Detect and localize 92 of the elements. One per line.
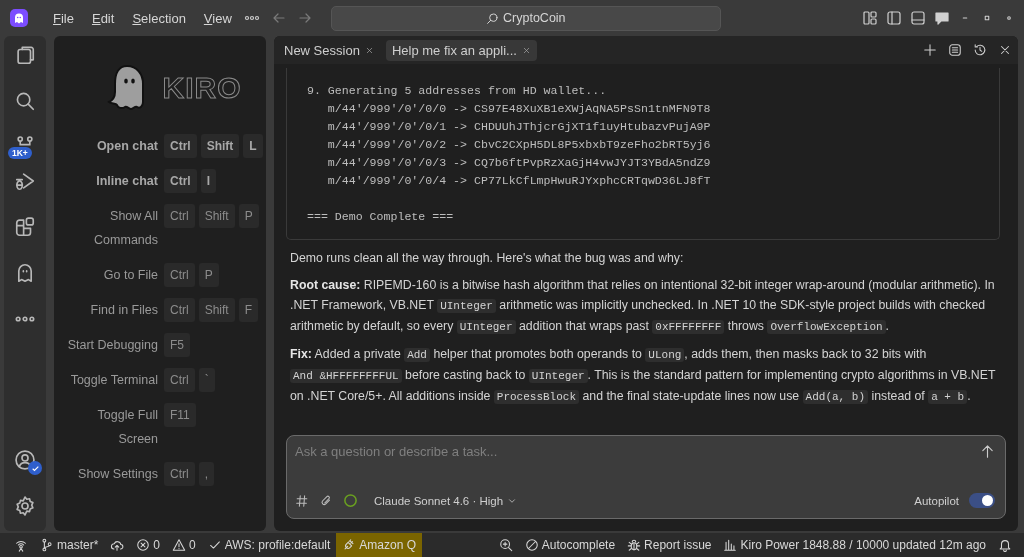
shortcut-label: Find in Files	[89, 302, 158, 319]
source-control-icon[interactable]	[14, 136, 36, 146]
chat-icon[interactable]	[934, 10, 950, 26]
model-selector[interactable]: Claude Sonnet 4.6 · High	[374, 494, 518, 507]
key-cap: F11	[164, 403, 196, 427]
key-cap: Ctrl	[164, 263, 195, 287]
check-badge-icon	[28, 461, 42, 475]
files-icon[interactable]	[14, 44, 36, 66]
key-cap: Ctrl	[164, 134, 197, 158]
account-icon[interactable]	[14, 449, 36, 471]
session-tab[interactable]: Help me fix an appli...	[385, 39, 537, 61]
send-icon[interactable]	[980, 444, 995, 459]
key-cap: Shift	[198, 204, 235, 228]
settings-icon[interactable]	[14, 495, 36, 517]
response-paragraph: Demo runs clean all the way through. Here's what the bug was and why:	[290, 250, 685, 267]
zoom-in-icon	[498, 538, 513, 552]
key-cap: Ctrl	[164, 169, 197, 193]
menu-item[interactable]: File	[46, 7, 81, 29]
key-cap: P	[198, 263, 219, 287]
shortcut-label: Toggle Full Screen	[96, 407, 158, 448]
key-cap: L	[243, 134, 263, 158]
key-cap: F	[238, 298, 259, 322]
code-line: m/44'/999'/0'/0/2 -> CbvC2CXpH5DL8P5xbxbT9zeFho2bRT5yj6	[326, 137, 712, 153]
key-cap: Shift	[198, 298, 235, 322]
search-icon[interactable]	[14, 90, 36, 112]
menu-item[interactable]: View	[196, 7, 239, 29]
ring-icon	[343, 493, 358, 508]
plug-icon	[342, 538, 357, 552]
key-cap: P	[238, 204, 259, 228]
autopilot-label: Autopilot	[914, 494, 959, 507]
branch-icon	[40, 538, 54, 552]
warning-icon	[172, 538, 187, 552]
status-item[interactable]: 0	[166, 533, 202, 557]
session-tab[interactable]: New Session	[278, 39, 380, 61]
cloud-upload-icon	[110, 538, 125, 552]
broadcast-icon	[14, 538, 28, 552]
shortcut-label: Toggle Terminal	[69, 372, 158, 389]
extensions-icon[interactable]	[14, 216, 36, 238]
status-item[interactable]: Report issue	[621, 533, 718, 557]
shortcut-label: Start Debugging	[66, 337, 158, 354]
chat-input-field[interactable]: Ask a question or describe a task... Claude Sonnet 4.6 · High Autopilot	[286, 435, 1006, 519]
debug-icon[interactable]	[14, 170, 36, 192]
command-search-field[interactable]: CryptoCoin	[330, 5, 721, 31]
notification-badge: 1K+	[8, 147, 32, 159]
code-line: m/44'/999'/0'/0/0 -> CS97E48XuXB1eXWjAqNA5PsSn1tnMFN9T8	[326, 101, 712, 117]
shortcut-label: Inline chat	[95, 173, 158, 190]
menu-item[interactable]: Selection	[125, 7, 193, 29]
logo-wordmark: KIRO	[162, 71, 242, 105]
key-cap: F5	[164, 333, 190, 357]
key-cap: ,	[198, 462, 214, 486]
search-icon	[486, 11, 500, 25]
shortcut-label: Go to File	[102, 267, 158, 284]
key-cap: Ctrl	[164, 298, 195, 322]
status-item[interactable]: AWS: profile:default	[201, 533, 337, 557]
blocked-icon	[524, 538, 539, 552]
bar-chart-icon	[723, 538, 738, 552]
key-cap: Shift	[200, 134, 240, 158]
panel-toggle-icon[interactable]	[910, 10, 926, 26]
autopilot-toggle[interactable]	[969, 493, 995, 508]
code-line: 9. Generating 5 addresses from HD wallet...	[307, 83, 608, 99]
shortcut-label: Show Settings	[77, 466, 158, 483]
paperclip-icon[interactable]	[319, 493, 333, 508]
menu-item[interactable]: Edit	[84, 7, 122, 29]
add-icon[interactable]	[923, 43, 937, 57]
response-paragraph: Fix: Added a private Add helper that promotes both operands to ULong , adds them, then masks back to 32 bits with And &HFFFFFFFFUL before casting back to UInteger . This is the standard pattern for implementing crypto algorithms in VB.NET on .NET Core/5+. All additions inside ProcessBlock and the final state-update lines now use Add(a, b) instead of a + b .	[290, 346, 997, 406]
app-logo-icon	[10, 9, 28, 27]
history-icon[interactable]	[973, 43, 987, 57]
bell-icon	[998, 538, 1012, 552]
key-cap: I	[200, 169, 216, 193]
status-item[interactable]: Autocomplete	[518, 533, 622, 557]
status-item[interactable]: Kiro Power 1848.88 / 10000 updated 12m ago	[717, 533, 992, 557]
error-icon	[136, 538, 151, 552]
shortcut-label: Open chat	[95, 138, 158, 155]
status-item[interactable]: master*	[34, 533, 105, 557]
key-cap: Ctrl	[164, 368, 195, 392]
sidebar-toggle-icon[interactable]	[886, 10, 902, 26]
code-line: m/44'/999'/0'/0/4 -> CP77LkCfLmpHwuRJYxphcCRTqwD36LJ8fT	[326, 173, 712, 189]
response-paragraph: Root cause: RIPEMD-160 is a bitwise hash algorithm that relies on intentional 32-bit integer wrap-around (modular arithmetic). In .NET Framework, VB.NET UInteger arithmetic was implicitly unchecked. In .NET 10 the SDK-style project builds with checked arithmetic by default, so every UInteger addition that wraps past 0xFFFFFFFF throws OverflowException .	[290, 277, 996, 336]
layout-icon[interactable]	[862, 10, 878, 26]
code-line: === Demo Complete ===	[307, 209, 455, 225]
shortcut-label: Show All Commands	[93, 208, 158, 249]
status-item[interactable]: Amazon Q	[336, 533, 423, 557]
code-line: m/44'/999'/0'/0/3 -> CQ7b6ftPvpRzXaGjH4vwJYJT3YBdA5ndZ9	[326, 155, 712, 171]
status-item[interactable]: 0	[130, 533, 167, 557]
key-cap: Ctrl	[164, 462, 195, 486]
code-line: m/44'/999'/0'/0/1 -> CHDUUhJThjcrGjXT1f1uyHtubazvPujA9P	[326, 119, 712, 135]
hash-icon[interactable]	[295, 493, 309, 508]
list-icon[interactable]	[948, 43, 962, 57]
check-icon	[207, 538, 222, 552]
bug-icon	[627, 538, 642, 552]
key-cap: Ctrl	[164, 204, 195, 228]
key-cap: `	[198, 368, 215, 392]
